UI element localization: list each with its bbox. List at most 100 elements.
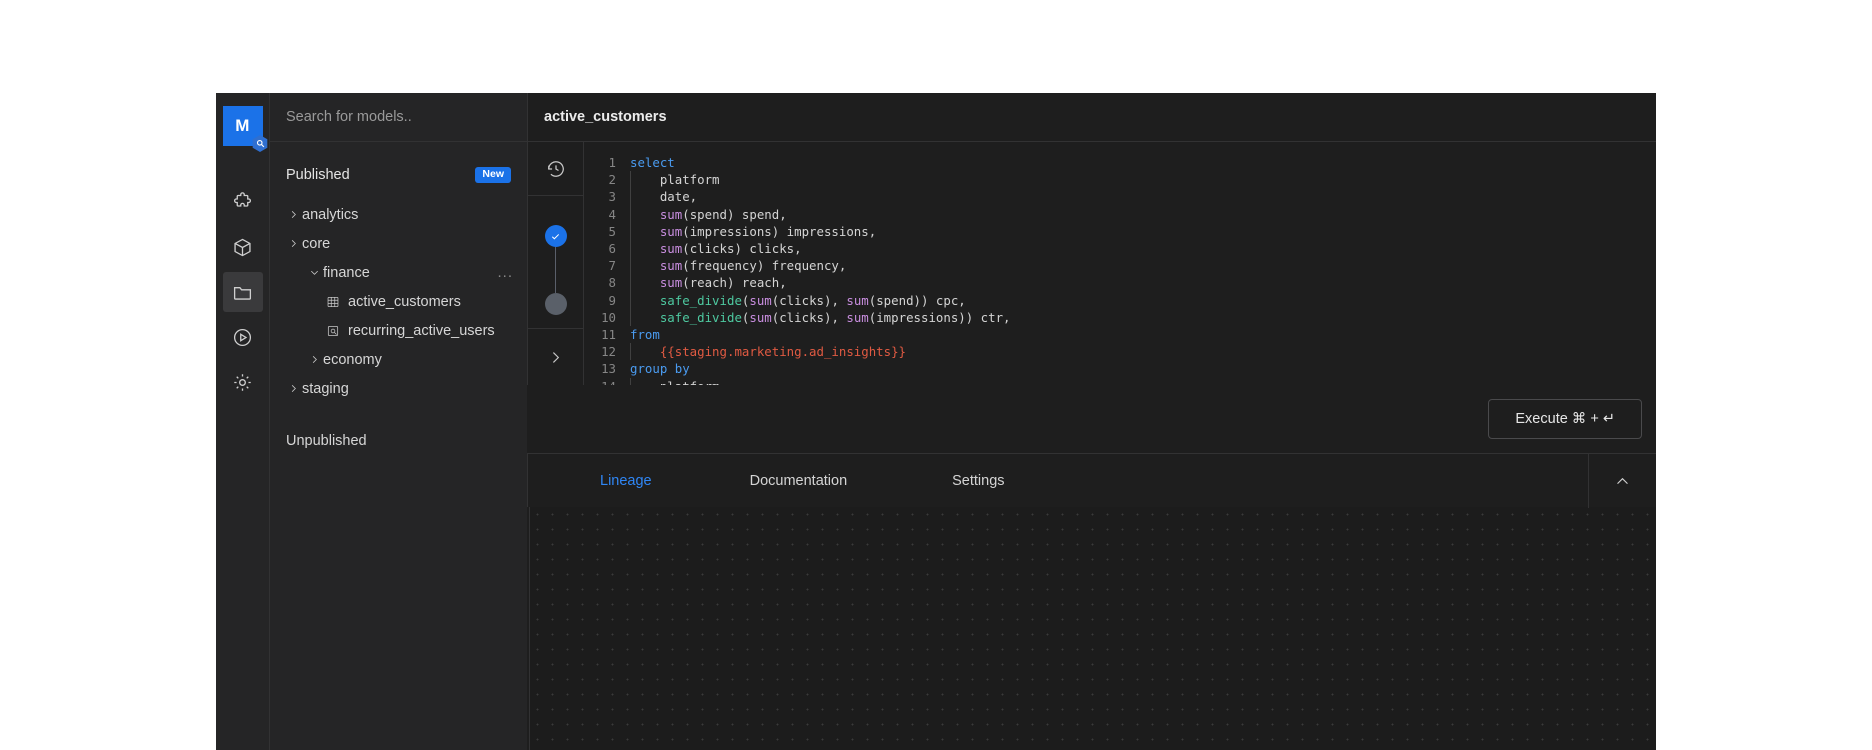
search-container [270, 93, 527, 142]
code-text: platform [630, 171, 720, 189]
code-line: 3 date, [584, 188, 1656, 206]
code-token: sum [659, 206, 683, 222]
search-input[interactable] [286, 109, 511, 125]
cube-icon[interactable] [223, 227, 263, 267]
code-token: (spend)) cpc, [868, 292, 966, 308]
code-token: from [630, 327, 660, 343]
code-token: platform [630, 172, 720, 188]
execute-button[interactable]: Execute ⌘ + ↵ [1488, 399, 1642, 439]
sql-code[interactable]: 1 select 2 platform 3 date, 4 sum(spend) spe… [584, 142, 1656, 385]
line-number: 3 [608, 189, 616, 205]
expand-rail-button[interactable] [528, 328, 583, 385]
code-token: platform, [630, 379, 727, 385]
code-line: 6 sum(clicks) clicks, [584, 240, 1656, 258]
line-number: 8 [608, 275, 616, 291]
code-line: 11 from [584, 326, 1656, 343]
tree-node-menu-button[interactable]: ... [497, 265, 513, 280]
code-line: 5 sum(impressions) impressions, [584, 222, 1656, 241]
code-text: safe_divide(sum(clicks), sum(spend)) cpc… [630, 291, 966, 309]
run-status-nodes [528, 196, 583, 328]
published-section-header: Published New [270, 162, 527, 188]
code-text: {{staging.marketing.ad_insights}} [630, 343, 906, 361]
chevron-right-icon [284, 209, 302, 220]
indent-guide [630, 377, 631, 385]
code-text: sum(frequency) frequency, [630, 257, 846, 275]
code-text: date, [630, 188, 698, 206]
icon-rail: M [216, 93, 269, 750]
table-model-icon [326, 295, 348, 309]
line-number: 4 [608, 206, 616, 222]
tree-node-label: staging [302, 380, 349, 397]
code-token: select [630, 155, 675, 170]
tab-settings[interactable]: Settings [952, 473, 1004, 489]
code-token: sum [749, 309, 772, 325]
sql-editor[interactable]: 1 select 2 platform 3 date, 4 sum(spend) spe… [584, 142, 1656, 385]
unpublished-section-header[interactable]: Unpublished [270, 433, 527, 449]
tree-node-label: analytics [302, 206, 359, 223]
line-number: 9 [608, 292, 616, 308]
code-token: (impressions)) ctr, [868, 309, 1011, 325]
chevron-up-icon[interactable] [1588, 454, 1656, 508]
gear-icon[interactable] [223, 362, 263, 402]
code-token: sum [659, 223, 683, 239]
tab-documentation[interactable]: Documentation [750, 473, 848, 489]
main-panel: active_customers 1 select 2 platform 3 d… [527, 93, 1656, 750]
tree-node-label: finance [323, 264, 370, 281]
lineage-canvas[interactable] [529, 507, 1656, 750]
tree-node-active-customers[interactable]: active_customers [270, 287, 527, 316]
code-token: safe_divide [659, 292, 742, 308]
folder-icon[interactable] [222, 272, 263, 312]
tree-node-core[interactable]: core [270, 229, 527, 258]
line-number: 12 [601, 344, 616, 360]
code-token: (clicks), [771, 309, 847, 325]
tree-node-analytics[interactable]: analytics [270, 200, 527, 229]
bottom-tabbar: Lineage Documentation Settings [527, 453, 1656, 508]
editor-side-rail [527, 142, 584, 385]
line-number: 13 [601, 361, 616, 377]
history-clock-icon[interactable] [528, 142, 583, 196]
tree-node-label: core [302, 235, 331, 252]
indent-guide [630, 343, 631, 361]
line-number: 7 [608, 258, 616, 274]
puzzle-piece-icon[interactable] [223, 182, 263, 222]
code-line: 2 platform [584, 171, 1656, 189]
tree-node-staging[interactable]: staging [270, 374, 527, 403]
code-line: 12 {{staging.marketing.ad_insights}} [584, 343, 1656, 361]
code-text: select [630, 154, 675, 171]
indent-guide [630, 188, 631, 206]
chevron-right-icon [284, 238, 302, 249]
published-label: Published [286, 167, 350, 183]
check-circle-node[interactable] [544, 225, 567, 247]
page-title: active_customers [544, 109, 667, 125]
editor-area: 1 select 2 platform 3 date, 4 sum(spend) spe… [527, 142, 1656, 385]
tree-node-recurring-active-users[interactable]: recurring_active_users [270, 316, 527, 345]
model-explorer: Published New analytics core finance ... [269, 93, 527, 750]
tree-node-label: active_customers [348, 293, 461, 310]
line-number: 10 [601, 309, 616, 325]
tree-node-finance[interactable]: finance ... [270, 258, 527, 287]
line-number: 1 [608, 155, 616, 170]
code-token: sum [659, 258, 683, 274]
code-token: date, [630, 189, 698, 205]
code-token: (reach) reach, [682, 275, 787, 291]
indent-guide [630, 274, 631, 292]
code-text: sum(spend) spend, [630, 205, 787, 223]
indent-guide [630, 291, 631, 309]
tree-node-economy[interactable]: economy [270, 345, 527, 374]
play-circle-icon[interactable] [223, 317, 263, 357]
code-token: (clicks), [771, 292, 847, 308]
model-tree: Published New analytics core finance ... [270, 142, 527, 750]
app-logo[interactable]: M [222, 106, 268, 152]
tab-lineage[interactable]: Lineage [600, 473, 652, 489]
pending-circle-node[interactable] [544, 293, 567, 315]
code-token: safe_divide [659, 309, 742, 325]
code-line: 8 sum(reach) reach, [584, 274, 1656, 292]
code-token: sum [749, 292, 772, 308]
new-badge[interactable]: New [475, 167, 511, 183]
code-token: (clicks) clicks, [682, 241, 802, 257]
